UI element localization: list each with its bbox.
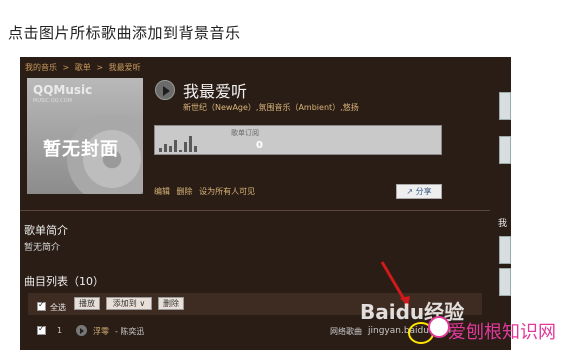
share-button[interactable]: ↗ 分享: [396, 184, 442, 199]
breadcrumb-current: 我最爱听: [108, 63, 141, 72]
delete-link[interactable]: 删除: [177, 187, 193, 196]
select-all-checkbox[interactable]: [37, 300, 46, 311]
activity-bar: [189, 136, 192, 152]
activity-bars: [159, 132, 197, 152]
qqmusic-logo: QQMusic: [33, 83, 93, 97]
play-button[interactable]: 播放: [74, 297, 100, 310]
song-name[interactable]: 浮零: [93, 326, 109, 337]
intro-title: 歌单简介: [24, 224, 68, 237]
section-divider: [20, 210, 490, 211]
activity-bar: [194, 146, 197, 152]
instruction-text: 点击图片所标歌曲添加到背景音乐: [8, 24, 241, 42]
right-thumb[interactable]: [499, 92, 511, 120]
share-icon: ↗: [406, 187, 416, 196]
right-thumb[interactable]: [499, 268, 511, 296]
activity-bar: [184, 142, 187, 152]
remove-button[interactable]: 删除: [158, 297, 184, 310]
breadcrumb-separator: >: [62, 63, 70, 72]
share-label: 分享: [415, 187, 432, 196]
activity-bar: [179, 150, 182, 152]
breadcrumb-my-music[interactable]: 我的音乐: [25, 63, 57, 72]
song-artist[interactable]: - 陈奕迅: [115, 326, 144, 337]
activity-bar: [159, 148, 162, 152]
qqmusic-logo-sub: MUSIC.QQ.COM: [33, 98, 72, 104]
select-all-label: 全选: [50, 303, 66, 312]
intro-text: 暂无简介: [24, 243, 61, 253]
playlist-title: 我最爱听: [183, 82, 248, 101]
song-checkbox[interactable]: [37, 324, 46, 335]
stat-label: 歌单订阅: [231, 129, 259, 137]
right-panel-label: 我: [498, 219, 508, 229]
breadcrumb: 我的音乐 > 歌单 > 我最爱听: [25, 62, 144, 73]
right-thumb[interactable]: [499, 136, 511, 164]
breadcrumb-separator: >: [96, 63, 104, 72]
set-visible-link[interactable]: 设为所有人可见: [199, 187, 255, 196]
site-logo-icon: [428, 316, 450, 338]
song-source: 网络歌曲: [330, 327, 362, 336]
site-logo-text: 爱刨根知识网: [448, 322, 556, 343]
song-play-icon[interactable]: [76, 325, 87, 336]
no-cover-text: 暂无封面: [43, 139, 119, 160]
stat-value: 0: [256, 140, 263, 151]
add-to-label: 添加到: [112, 299, 137, 308]
chevron-down-icon: ∨: [136, 299, 146, 308]
add-to-button[interactable]: 添加到 ∨: [106, 297, 152, 310]
activity-bar: [169, 146, 172, 152]
subscription-stat-box: 歌单订阅 0: [154, 125, 442, 155]
breadcrumb-playlist[interactable]: 歌单: [75, 63, 91, 72]
song-index: 1: [57, 326, 63, 335]
playlist-cover: QQMusic MUSIC.QQ.COM 暂无封面: [27, 78, 143, 194]
right-thumb[interactable]: [499, 236, 511, 264]
playlist-tags[interactable]: 新世纪（NewAge）,氛围音乐（Ambient）,悠扬: [183, 102, 359, 113]
edit-link[interactable]: 编辑: [154, 187, 170, 196]
activity-bar: [164, 144, 167, 152]
songlist-title: 曲目列表（10）: [24, 275, 104, 288]
playlist-actions: 编辑 删除 设为所有人可见: [154, 186, 259, 197]
play-all-button[interactable]: [155, 80, 175, 100]
activity-bar: [174, 140, 177, 152]
